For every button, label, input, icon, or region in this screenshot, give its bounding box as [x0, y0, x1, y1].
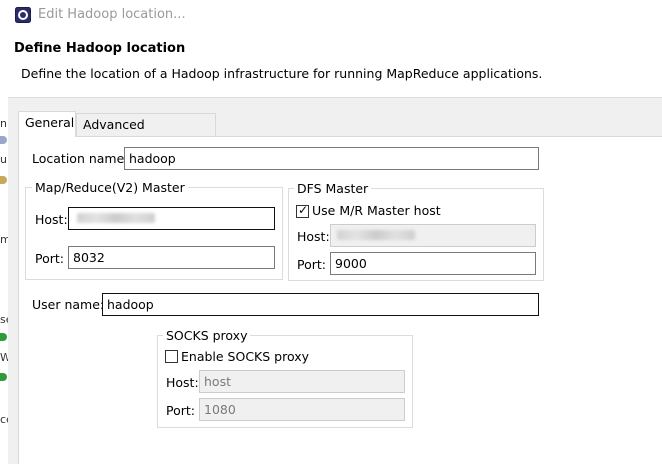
- page-description: Define the location of a Hadoop infrastr…: [21, 66, 543, 81]
- use-mr-host-label: Use M/R Master host: [312, 203, 441, 218]
- redacted-host: [337, 230, 415, 240]
- redacted-host: [77, 213, 155, 223]
- dialog-header: Define Hadoop location Define the locati…: [8, 30, 662, 98]
- user-name-field[interactable]: hadoop: [102, 293, 539, 316]
- dfs-host-label: Host:: [297, 229, 330, 244]
- strip-text: se: [0, 313, 8, 326]
- enable-socks-label: Enable SOCKS proxy: [181, 349, 310, 364]
- strip-icon: [0, 136, 7, 144]
- strip-text: ce: [0, 413, 8, 426]
- socks-proxy-title: SOCKS proxy: [163, 328, 251, 343]
- app-icon: [15, 7, 31, 23]
- strip-text: u: [0, 153, 7, 166]
- checkmark-icon: ✓: [298, 203, 309, 217]
- socks-host-label: Host:: [166, 375, 199, 390]
- window-title: Edit Hadoop location...: [38, 7, 186, 22]
- page-title: Define Hadoop location: [14, 41, 186, 56]
- mr-master-title: Map/Reduce(V2) Master: [32, 180, 188, 195]
- strip-icon: [0, 373, 7, 381]
- mr-host-label: Host:: [35, 212, 68, 227]
- dfs-port-label: Port:: [297, 257, 326, 272]
- strip-text: W: [0, 351, 8, 364]
- socks-port-label: Port:: [166, 403, 195, 418]
- strip-text: np: [0, 117, 8, 130]
- background-window-strip: np u m se W ce: [0, 30, 8, 464]
- location-name-field[interactable]: hadoop: [124, 147, 539, 170]
- strip-text: m: [0, 233, 8, 246]
- strip-icon: [0, 333, 7, 341]
- tab-general[interactable]: General: [18, 111, 76, 137]
- window-titlebar: Edit Hadoop location...: [0, 0, 662, 30]
- mr-host-field[interactable]: [68, 207, 275, 230]
- dfs-host-field[interactable]: [330, 224, 536, 247]
- use-mr-host-checkbox[interactable]: ✓: [296, 203, 309, 218]
- user-name-label: User name:: [32, 297, 105, 312]
- tab-advanced-parameters[interactable]: Advanced parameters: [76, 113, 216, 154]
- socks-port-field[interactable]: 1080: [199, 398, 405, 421]
- mr-port-field[interactable]: 8032: [68, 246, 275, 269]
- strip-icon: [0, 176, 7, 184]
- location-name-label: Location name:: [32, 151, 129, 166]
- socks-host-field[interactable]: host: [199, 370, 405, 393]
- dfs-master-title: DFS Master: [294, 181, 372, 196]
- dfs-port-field[interactable]: 9000: [330, 252, 536, 275]
- enable-socks-checkbox[interactable]: [165, 350, 178, 363]
- mr-port-label: Port:: [35, 251, 64, 266]
